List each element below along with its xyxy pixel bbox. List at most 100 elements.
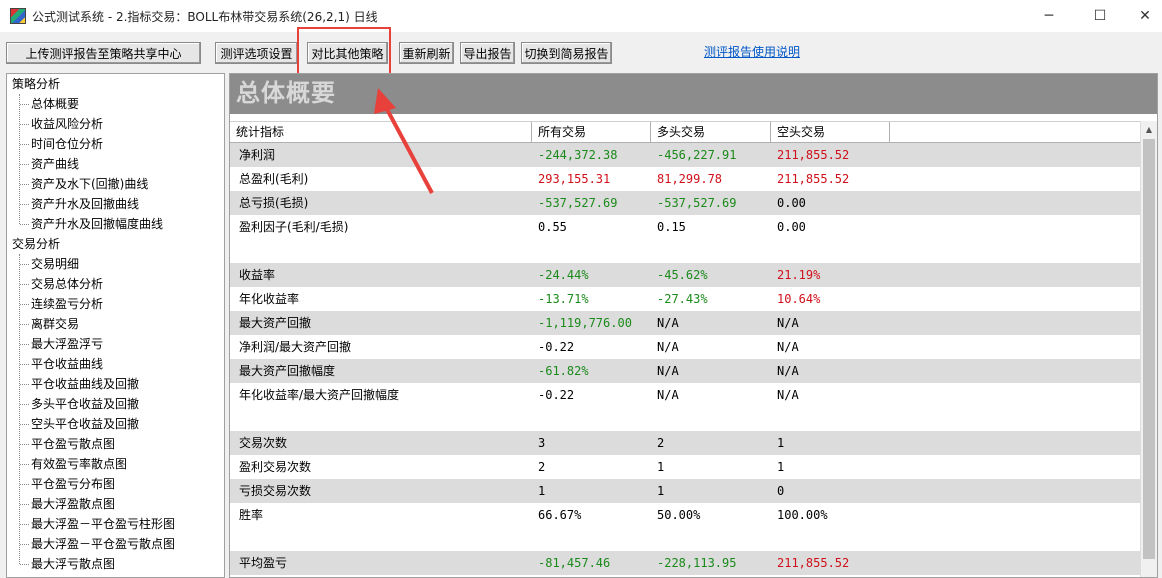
- metric-value: 81,299.78: [657, 172, 723, 186]
- tree-item-label: 最大浮亏散点图: [31, 557, 116, 571]
- tree-item[interactable]: 平仓盈亏分布图: [7, 474, 224, 494]
- metric-value: 211,855.52: [777, 556, 850, 570]
- tree-item[interactable]: 空头平仓收益及回撤: [7, 414, 224, 434]
- metric-name: 最大资产回撤: [239, 316, 312, 330]
- tree-item[interactable]: 平仓收益曲线: [7, 354, 224, 374]
- tree-item[interactable]: 资产升水及回撤曲线: [7, 194, 224, 214]
- metric-value: N/A: [657, 388, 679, 402]
- tree-item-label: 最大浮盈－平仓盈亏散点图: [31, 537, 176, 551]
- metric-value: -27.43%: [657, 292, 708, 306]
- scroll-thumb[interactable]: [1143, 139, 1155, 559]
- compare-strategies-button[interactable]: 对比其他策略: [307, 42, 388, 64]
- tree-item-label: 平仓盈亏散点图: [31, 437, 116, 451]
- refresh-button[interactable]: 重新刷新: [399, 42, 454, 64]
- metric-name: 净利润: [239, 148, 276, 162]
- export-report-button[interactable]: 导出报告: [460, 42, 515, 64]
- metric-name: 总亏损(毛损): [239, 196, 309, 210]
- help-link[interactable]: 测评报告使用说明: [704, 43, 800, 60]
- sidebar-tree: 策略分析 总体概要 收益风险分析 时间仓位分析 资产曲线 资产及水下(回撤)曲线 资产升水及…: [6, 73, 225, 578]
- title-bar: 公式测试系统 - 2.指标交易：BOLL布林带交易系统(26,2,1) 日线 ─…: [0, 0, 1162, 32]
- metric-name: 总盈利(毛利): [239, 172, 309, 186]
- metric-value: -228,113.95: [657, 556, 737, 570]
- test-options-button[interactable]: 测评选项设置: [215, 42, 298, 64]
- metric-value: [651, 239, 771, 263]
- tree-item[interactable]: 最大浮亏散点图: [7, 554, 224, 574]
- vertical-scrollbar[interactable]: ▲: [1140, 121, 1157, 577]
- tree-item-label: 资产曲线: [31, 157, 80, 171]
- metric-value: 1: [777, 460, 785, 474]
- minimize-button[interactable]: ─: [1026, 0, 1072, 32]
- table-row: 最大资产回撤幅度 -61.82% N/A N/A: [230, 359, 1140, 383]
- tree-item[interactable]: 资产升水及回撤幅度曲线: [7, 214, 224, 234]
- metric-value: -24.44%: [538, 268, 589, 282]
- column-header[interactable]: 多头交易: [651, 122, 771, 142]
- main-panel: 总体概要 统计指标 所有交易 多头交易 空头交易 净利润 -244,372.38 -…: [229, 73, 1158, 578]
- tree-item[interactable]: 交易总体分析: [7, 274, 224, 294]
- tree-item[interactable]: 平仓收益曲线及回撤: [7, 374, 224, 394]
- table-row: 年化收益率/最大资产回撤幅度 -0.22 N/A N/A: [230, 383, 1140, 407]
- metric-value: -1,119,776.00: [538, 316, 632, 330]
- tree-item-label: 平仓收益曲线及回撤: [31, 377, 140, 391]
- column-header[interactable]: 空头交易: [771, 122, 890, 142]
- metric-value: 1: [777, 436, 785, 450]
- tree-item[interactable]: 最大浮盈浮亏: [7, 334, 224, 354]
- metric-value: -244,372.38: [538, 148, 618, 162]
- tree-item[interactable]: 资产曲线: [7, 154, 224, 174]
- metric-value: 50.00%: [657, 508, 701, 522]
- tree-item[interactable]: 时间仓位分析: [7, 134, 224, 154]
- metric-value: -0.22: [538, 340, 575, 354]
- metric-value: 21.19%: [777, 268, 821, 282]
- scroll-up-icon[interactable]: ▲: [1141, 121, 1157, 138]
- metric-value: 211,855.52: [777, 172, 850, 186]
- table-row: 净利润 -244,372.38 -456,227.91 211,855.52: [230, 143, 1140, 167]
- table-row: 亏损交易次数 1 1 0: [230, 479, 1140, 503]
- metric-value: 1: [657, 484, 665, 498]
- metric-value: 10.64%: [777, 292, 821, 306]
- table-row: 胜率 66.67% 50.00% 100.00%: [230, 503, 1140, 527]
- upload-report-button[interactable]: 上传测评报告至策略共享中心: [6, 42, 201, 64]
- metric-name: 交易次数: [239, 436, 288, 450]
- tree-item-label: 资产升水及回撤幅度曲线: [31, 217, 164, 231]
- metric-value: 2: [657, 436, 665, 450]
- tree-item[interactable]: 离群交易: [7, 314, 224, 334]
- table-row: 交易次数 3 2 1: [230, 431, 1140, 455]
- tree-item[interactable]: 最大浮盈－平仓盈亏散点图: [7, 534, 224, 554]
- tree-group-label[interactable]: 交易分析: [7, 234, 224, 254]
- table-row: [230, 407, 1140, 431]
- tree-item[interactable]: 多头平仓收益及回撤: [7, 394, 224, 414]
- metric-name: 胜率: [239, 508, 264, 522]
- tree-item[interactable]: 交易明细: [7, 254, 224, 274]
- switch-simple-report-button[interactable]: 切换到简易报告: [521, 42, 612, 64]
- table-row: 净利润/最大资产回撤 -0.22 N/A N/A: [230, 335, 1140, 359]
- tree-group-label[interactable]: 策略分析: [7, 74, 224, 94]
- tree-item[interactable]: 连续盈亏分析: [7, 294, 224, 314]
- tree-item-label: 空头平仓收益及回撤: [31, 417, 140, 431]
- metric-value: N/A: [777, 364, 799, 378]
- metric-value: -537,527.69: [657, 196, 737, 210]
- close-button[interactable]: ✕: [1122, 0, 1162, 32]
- tree-item[interactable]: 平仓盈亏散点图: [7, 434, 224, 454]
- metric-value: 0.15: [657, 220, 686, 234]
- tree-item[interactable]: 最大浮盈－平仓盈亏柱形图: [7, 514, 224, 534]
- maximize-button[interactable]: ☐: [1077, 0, 1123, 32]
- tree-item-label: 平仓收益曲线: [31, 357, 104, 371]
- metric-name: 最大资产回撤幅度: [239, 364, 336, 378]
- tree-item[interactable]: 总体概要: [7, 94, 224, 114]
- metric-value: [532, 407, 651, 431]
- metric-value: N/A: [777, 340, 799, 354]
- tree-item-label: 交易总体分析: [31, 277, 104, 291]
- tree-item-label: 总体概要: [31, 97, 80, 111]
- metric-value: 0: [777, 484, 785, 498]
- metric-value: 3: [538, 436, 546, 450]
- tree-item[interactable]: 有效盈亏率散点图: [7, 454, 224, 474]
- table-row: 盈利交易次数 2 1 1: [230, 455, 1140, 479]
- tree-item-label: 收益风险分析: [31, 117, 104, 131]
- tree-item[interactable]: 资产及水下(回撤)曲线: [7, 174, 224, 194]
- tree-item[interactable]: 最大浮盈散点图: [7, 494, 224, 514]
- column-header[interactable]: 所有交易: [532, 122, 651, 142]
- column-header[interactable]: 统计指标: [230, 122, 532, 142]
- tree-item-label: 时间仓位分析: [31, 137, 104, 151]
- metric-value: 1: [538, 484, 546, 498]
- tree-item-label: 连续盈亏分析: [31, 297, 104, 311]
- tree-item[interactable]: 收益风险分析: [7, 114, 224, 134]
